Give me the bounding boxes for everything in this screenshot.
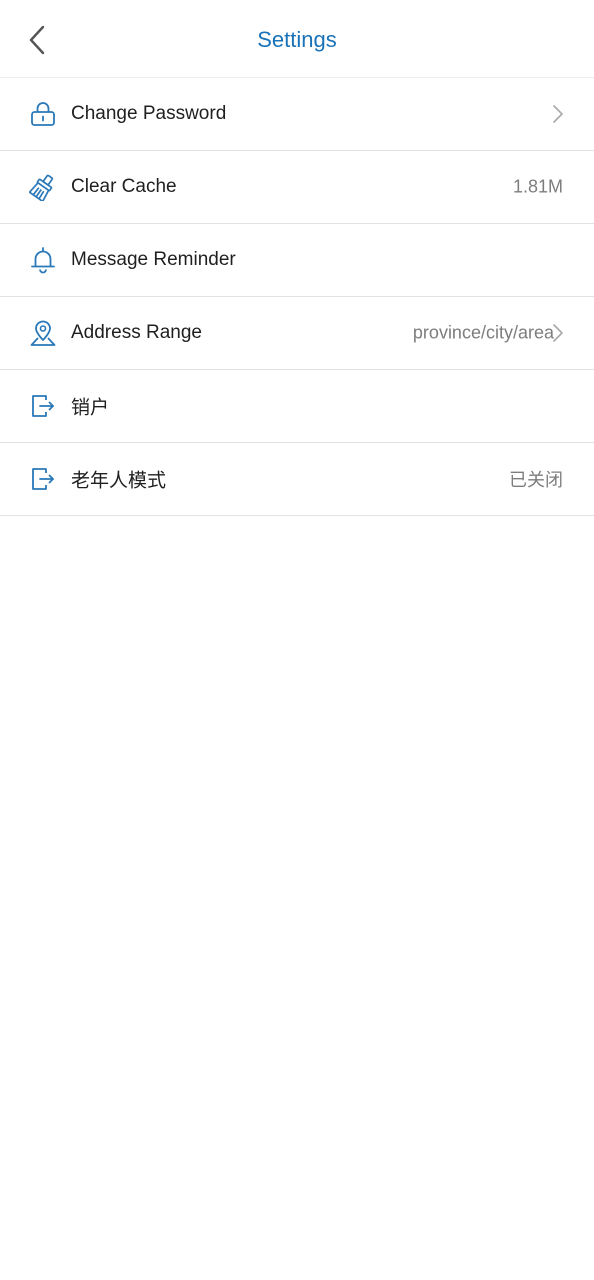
settings-item-change-password[interactable]: Change Password xyxy=(0,78,594,151)
lock-icon xyxy=(29,100,57,128)
page-title: Settings xyxy=(257,27,337,52)
cache-size-value: 1.81M xyxy=(512,176,563,197)
settings-item-label: Clear Cache xyxy=(71,176,177,197)
logout-icon xyxy=(29,392,57,420)
settings-item-label: 销户 xyxy=(71,397,110,419)
header-bar: Settings xyxy=(0,0,594,78)
broom-icon xyxy=(29,173,57,201)
bell-icon xyxy=(29,246,57,274)
settings-item-label: Message Reminder xyxy=(71,249,236,270)
chevron-right-icon xyxy=(553,324,563,342)
settings-item-close-account[interactable]: 销户 xyxy=(0,370,594,443)
settings-item-label: Address Range xyxy=(71,322,202,343)
logout-icon xyxy=(29,465,57,493)
settings-item-elderly-mode[interactable]: 老年人模式 已关闭 xyxy=(0,443,594,516)
settings-item-label: 老年人模式 xyxy=(71,470,167,492)
settings-item-label: Change Password xyxy=(71,103,227,124)
map-pin-icon xyxy=(29,319,57,347)
address-range-value: province/city/area xyxy=(412,322,554,343)
chevron-right-icon xyxy=(553,105,563,123)
settings-item-address-range[interactable]: Address Range province/city/area xyxy=(0,297,594,370)
elderly-mode-status: 已关闭 xyxy=(509,470,563,490)
settings-item-message-reminder[interactable]: Message Reminder xyxy=(0,224,594,297)
settings-list: Change Password Clear Cache 1.81M Messag… xyxy=(0,78,594,516)
settings-item-clear-cache[interactable]: Clear Cache 1.81M xyxy=(0,151,594,224)
